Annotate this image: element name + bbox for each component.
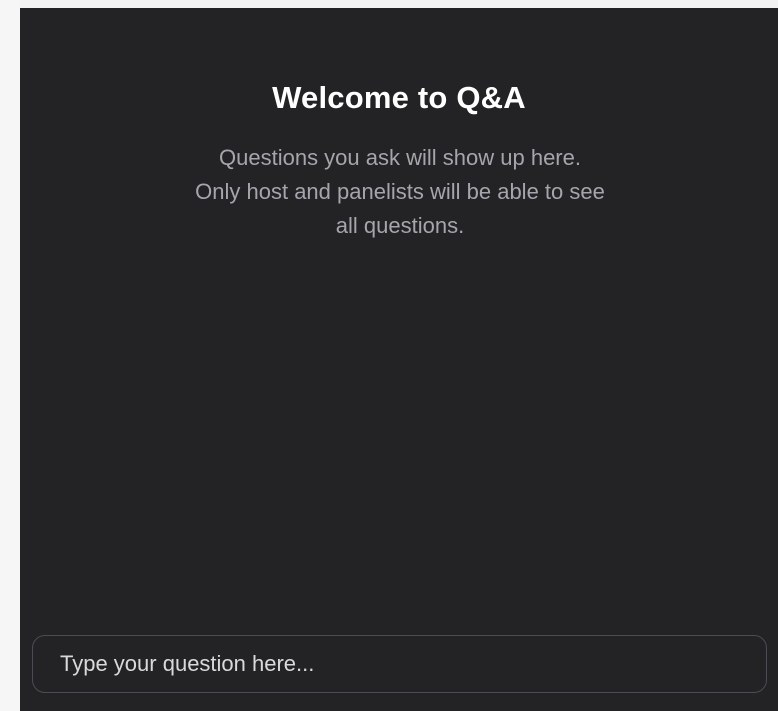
qa-welcome-message: Questions you ask will show up here. Onl… <box>195 145 605 238</box>
qa-welcome-title: Welcome to Q&A <box>272 80 526 115</box>
qa-panel: Welcome to Q&A Questions you ask will sh… <box>20 8 778 711</box>
question-input[interactable] <box>32 635 767 693</box>
page-background <box>0 0 20 711</box>
